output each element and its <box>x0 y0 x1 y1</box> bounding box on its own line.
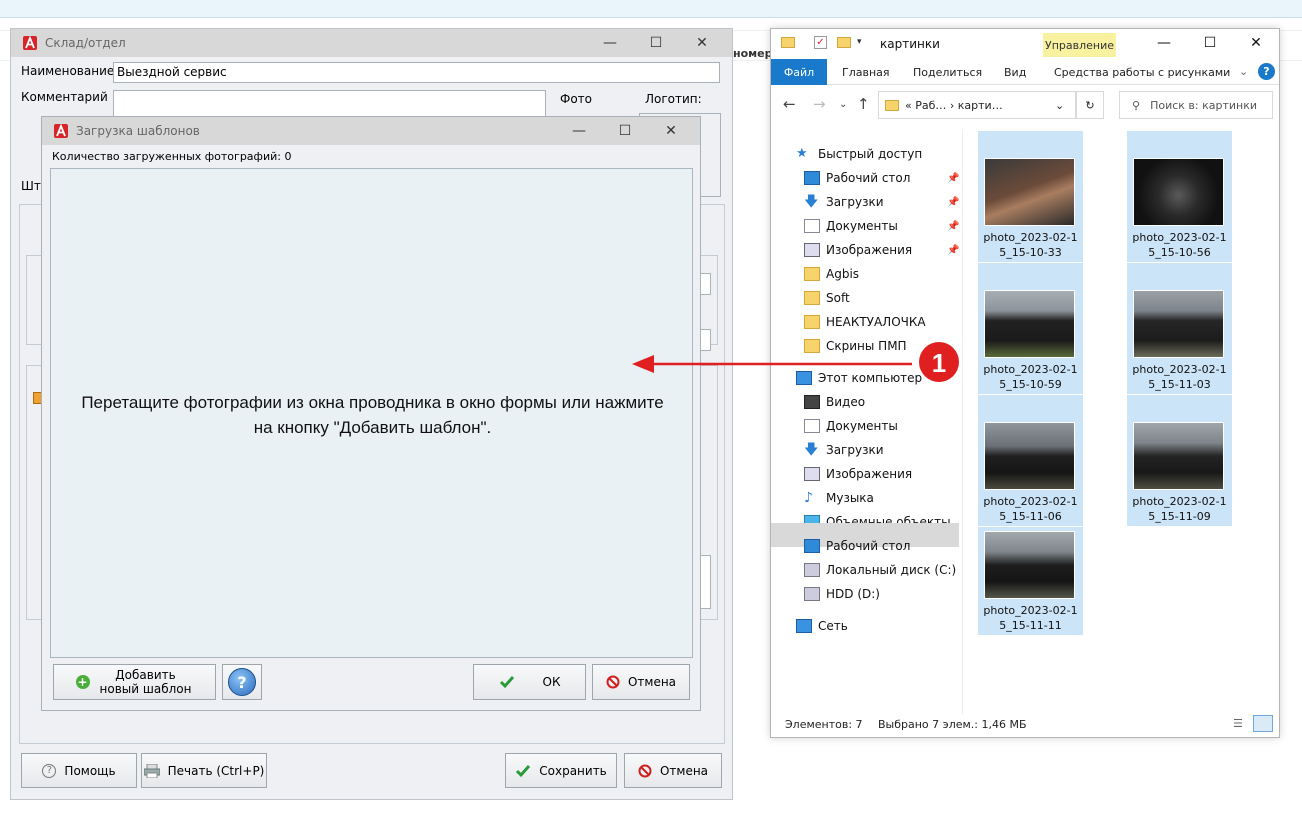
annotation-layer: 1 <box>632 342 959 382</box>
annotation-arrow-head <box>632 355 654 373</box>
annotation-step-number: 1 <box>932 348 946 378</box>
